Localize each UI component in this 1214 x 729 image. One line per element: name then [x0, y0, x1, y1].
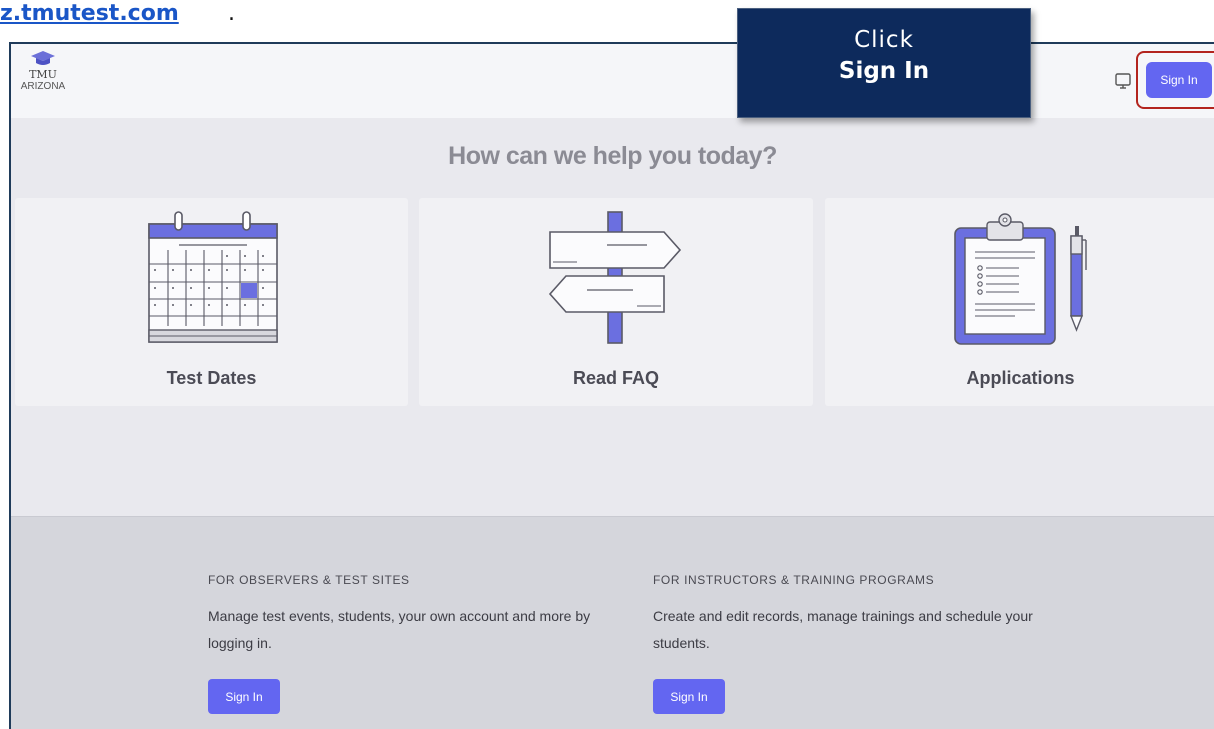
card-test-dates[interactable]: Test Dates [15, 198, 408, 406]
calendar-icon [148, 211, 278, 343]
card-label-test-dates: Test Dates [166, 368, 257, 388]
monitor-icon[interactable] [1113, 71, 1133, 91]
footer-section: FOR OBSERVERS & TEST SITES Manage test e… [11, 516, 1214, 729]
observers-column: FOR OBSERVERS & TEST SITES Manage test e… [208, 573, 598, 714]
observers-heading: FOR OBSERVERS & TEST SITES [208, 573, 410, 587]
card-read-faq[interactable]: Read FAQ [419, 198, 813, 406]
instructors-column: FOR INSTRUCTORS & TRAINING PROGRAMS Crea… [653, 573, 1043, 714]
logo-tmu-text: TMU [29, 68, 57, 81]
url-period: . [228, 1, 235, 26]
tmu-logo[interactable]: TMU ARIZONA [13, 50, 73, 110]
url-link[interactable]: z.tmutest.com [0, 0, 179, 28]
logo-arizona-text: ARIZONA [20, 81, 66, 92]
card-applications[interactable]: Applications [825, 198, 1214, 406]
browser-frame: TMU ARIZONA Sign In How can we help you … [9, 42, 1214, 729]
top-nav-bar: TMU ARIZONA Sign In [11, 44, 1214, 118]
observers-signin-button[interactable]: Sign In [208, 679, 280, 714]
callout-line-2: Sign In [838, 58, 930, 84]
callout-line-1: Click [854, 27, 914, 53]
instructors-heading: FOR INSTRUCTORS & TRAINING PROGRAMS [653, 573, 935, 587]
instruction-callout: Click Sign In [737, 8, 1031, 118]
signpost-icon [548, 211, 682, 344]
clipboard-icon [954, 213, 1087, 345]
observers-description: Manage test events, students, your own a… [208, 608, 591, 651]
card-label-read-faq: Read FAQ [572, 368, 660, 388]
page-headline: How can we help you today? [448, 142, 777, 170]
instructors-signin-button[interactable]: Sign In [653, 679, 725, 714]
graduation-cap-icon [31, 51, 55, 65]
instructors-description: Create and edit records, manage training… [653, 608, 1033, 651]
header-signin-button[interactable]: Sign In [1146, 62, 1212, 98]
card-label-applications: Applications [966, 368, 1075, 388]
